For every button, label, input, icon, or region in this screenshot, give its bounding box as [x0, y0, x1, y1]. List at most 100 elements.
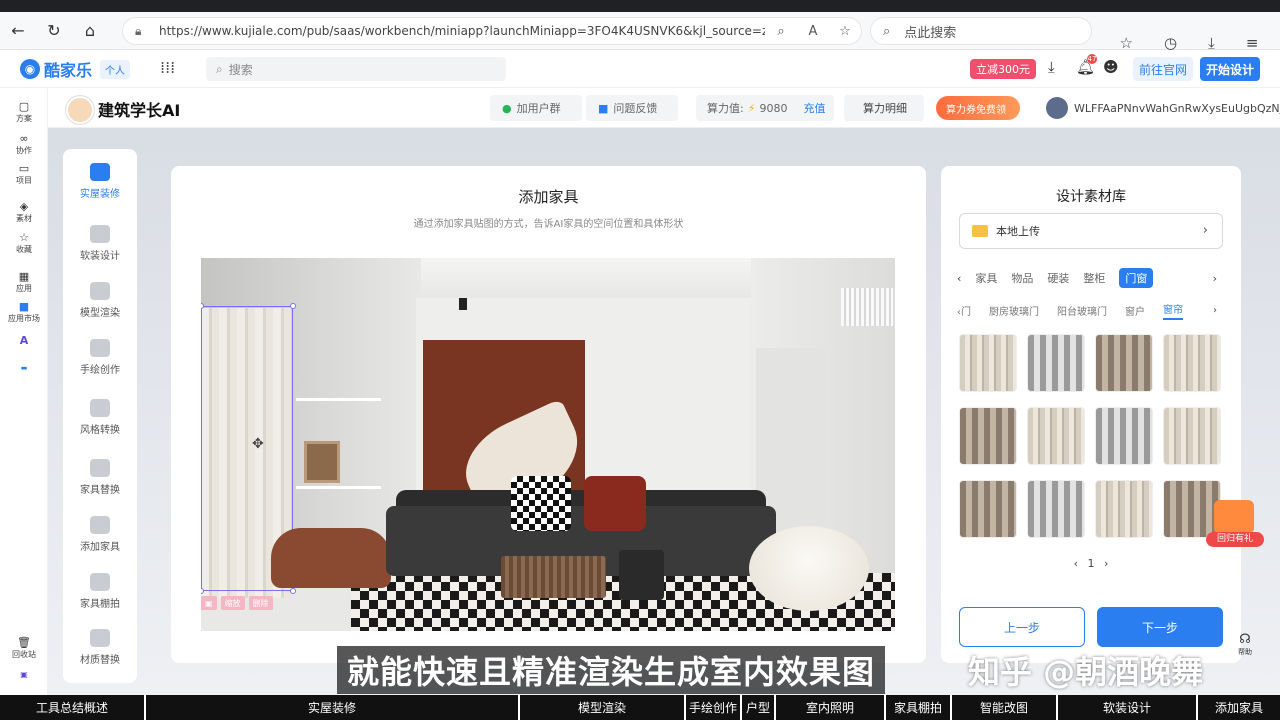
chapter-segment[interactable]: 家具棚拍: [886, 695, 952, 720]
join-group-link[interactable]: ● 加用户群: [502, 100, 561, 116]
curtain-thumbnail[interactable]: [1027, 480, 1085, 538]
robot-icon[interactable]: ☻: [1103, 58, 1119, 76]
curtain-thumbnail[interactable]: [1163, 407, 1221, 465]
app-header: ◉ 酷家乐 个人 ⁞⁞⁞ ⌕ 搜索 立减300元 ⤓ 🔔︎ 47 ☻ 前往官网 …: [0, 50, 1280, 88]
curtain-thumbnail[interactable]: [1027, 334, 1085, 392]
favorite-star-icon[interactable]: ☆: [829, 24, 861, 39]
local-upload-button[interactable]: 本地上传 ›: [959, 213, 1223, 249]
subtab-balcony-glass-door[interactable]: 阳台玻璃门: [1057, 303, 1107, 318]
back-icon[interactable]: ←: [0, 12, 36, 50]
resize-handle[interactable]: [290, 588, 296, 594]
curtain-thumbnail[interactable]: [1163, 334, 1221, 392]
rail-item-plans[interactable]: ▢ 方案: [0, 100, 48, 124]
add-furniture-icon: [90, 516, 110, 534]
chapter-segment[interactable]: 实屋装修: [146, 695, 520, 720]
menu-item-add-furniture[interactable]: 添加家具: [63, 516, 137, 553]
menu-item-home-renovation[interactable]: 实屋装修: [63, 163, 137, 200]
menu-item-material-replace[interactable]: 材质替换: [63, 629, 137, 666]
curtain-thumbnail[interactable]: [1095, 334, 1153, 392]
feedback-link[interactable]: ■ 问题反馈: [598, 100, 657, 116]
resize-handle[interactable]: [290, 303, 296, 309]
rail-item-market[interactable]: ■ 应用市场: [0, 300, 48, 324]
curtain-thumbnail[interactable]: [1095, 407, 1153, 465]
address-bar[interactable]: 🔒︎ https://www.kujiale.com/pub/saas/work…: [122, 17, 862, 45]
cube-icon: [90, 282, 110, 300]
menu-item-furniture-replace[interactable]: 家具替换: [63, 459, 137, 496]
subtab-kitchen-glass-door[interactable]: 厨房玻璃门: [989, 303, 1039, 318]
recharge-link[interactable]: 充值: [803, 100, 825, 116]
download-icon[interactable]: ⤓: [1048, 58, 1055, 76]
rail-item-favorites[interactable]: ☆ 收藏: [0, 231, 48, 255]
ai-app-icon[interactable]: A: [0, 334, 48, 347]
chapter-segment[interactable]: 智能改图: [952, 695, 1058, 720]
subtab-window[interactable]: 窗户: [1125, 303, 1145, 318]
rail-item-collab[interactable]: ∞ 协作: [0, 132, 48, 156]
read-aloud-icon[interactable]: A: [797, 24, 829, 39]
subtab-door[interactable]: ‹门: [957, 303, 971, 318]
page-next-icon[interactable]: ›: [1104, 557, 1108, 570]
chapter-segment[interactable]: 户型: [742, 695, 776, 720]
remove-button[interactable]: 删除: [248, 596, 273, 610]
tab-hard-decor[interactable]: 硬装: [1047, 270, 1069, 286]
curtain-thumbnail[interactable]: [959, 480, 1017, 538]
rail-item-projects[interactable]: ▭ 项目: [0, 162, 48, 186]
star-icon: ☆: [19, 231, 29, 244]
curtain-thumbnail[interactable]: [959, 407, 1017, 465]
menu-item-sketch[interactable]: 手绘创作: [63, 339, 137, 376]
chevron-right-icon[interactable]: ›: [1213, 305, 1217, 316]
page-number[interactable]: 1: [1088, 557, 1095, 570]
curtain-thumbnail[interactable]: [1027, 407, 1085, 465]
room-photo[interactable]: ✥ ▣ 缩放 删除: [201, 258, 895, 631]
start-design-button[interactable]: 开始设计: [1200, 57, 1260, 81]
partner-app-icon[interactable]: ▬: [0, 364, 48, 372]
tab-items[interactable]: 物品: [1011, 270, 1033, 286]
browser-search[interactable]: ⌕ 点此搜索: [870, 17, 1092, 45]
account-mode-dropdown[interactable]: 个人: [100, 59, 131, 79]
next-step-button[interactable]: 下一步: [1097, 607, 1223, 647]
rail-item-apps[interactable]: ▦ 应用: [0, 270, 48, 294]
scale-button[interactable]: 缩放: [220, 596, 245, 610]
chapter-segment[interactable]: 软装设计: [1058, 695, 1198, 720]
gift-label: 回归有礼: [1206, 532, 1264, 547]
menu-item-furniture-shoot[interactable]: 家具棚拍: [63, 573, 137, 610]
promo-badge[interactable]: 立减300元: [970, 59, 1036, 79]
go-to-site-button[interactable]: 前往官网: [1133, 57, 1193, 81]
tab-furniture[interactable]: 家具: [975, 270, 997, 286]
chapter-segment[interactable]: 工具总结概述: [0, 695, 146, 720]
home-icon[interactable]: ⌂: [72, 12, 108, 50]
curtain-thumbnail[interactable]: [959, 334, 1017, 392]
apps-grid-icon[interactable]: ⁞⁞⁞: [160, 58, 175, 77]
curtain-thumbnail[interactable]: [1095, 480, 1153, 538]
return-gift-widget[interactable]: 回归有礼: [1206, 496, 1264, 550]
menu-item-soft-furnishing[interactable]: 软装设计: [63, 225, 137, 262]
previous-step-button[interactable]: 上一步: [959, 607, 1085, 647]
rail-item-materials[interactable]: ◈ 素材: [0, 200, 48, 224]
material-icon: [90, 629, 110, 647]
document-icon: ▢: [18, 100, 30, 113]
zoom-icon[interactable]: ⌕: [765, 24, 797, 39]
reload-icon[interactable]: ↻: [36, 12, 72, 50]
help-widget[interactable]: ☊ 帮助: [1233, 632, 1257, 662]
credits-detail-link[interactable]: 算力明细: [863, 100, 907, 116]
tab-cabinet[interactable]: 整柜: [1083, 270, 1105, 286]
chapter-segment[interactable]: 模型渲染: [520, 695, 686, 720]
menu-item-style-transfer[interactable]: 风格转换: [63, 399, 137, 436]
browser-toolbar: ← ↻ ⌂ 🔒︎ https://www.kujiale.com/pub/saa…: [0, 12, 1280, 52]
chevron-left-icon[interactable]: ‹: [957, 272, 961, 285]
delete-sticker-icon[interactable]: ▣: [201, 596, 217, 610]
menu-item-model-render[interactable]: 模型渲染: [63, 282, 137, 319]
chapter-segment[interactable]: 手绘创作: [686, 695, 742, 720]
app-search-input[interactable]: ⌕ 搜索: [206, 57, 506, 81]
brand-logo[interactable]: ◉ 酷家乐 个人: [20, 57, 131, 81]
chat-icon[interactable]: ▣: [0, 670, 48, 679]
tab-doors-windows[interactable]: 门窗: [1119, 268, 1154, 288]
chapter-bar: 工具总结概述 实屋装修 模型渲染 手绘创作 户型 室内照明 家具棚拍 智能改图 …: [0, 695, 1280, 720]
page-prev-icon[interactable]: ‹: [1074, 557, 1078, 570]
chapter-segment[interactable]: 室内照明: [776, 695, 886, 720]
chapter-segment[interactable]: 添加家具: [1198, 695, 1280, 720]
chevron-right-icon[interactable]: ›: [1213, 272, 1217, 285]
subtab-curtain[interactable]: 窗帘: [1163, 301, 1183, 320]
rail-item-trash[interactable]: 🗑︎ 回收站: [0, 636, 48, 660]
free-coupon-button[interactable]: 算力券免费领: [936, 96, 1020, 120]
user-account[interactable]: WLFFAaPNnvWahGnRwXysEuUgbQzNjV: [1046, 97, 1280, 119]
